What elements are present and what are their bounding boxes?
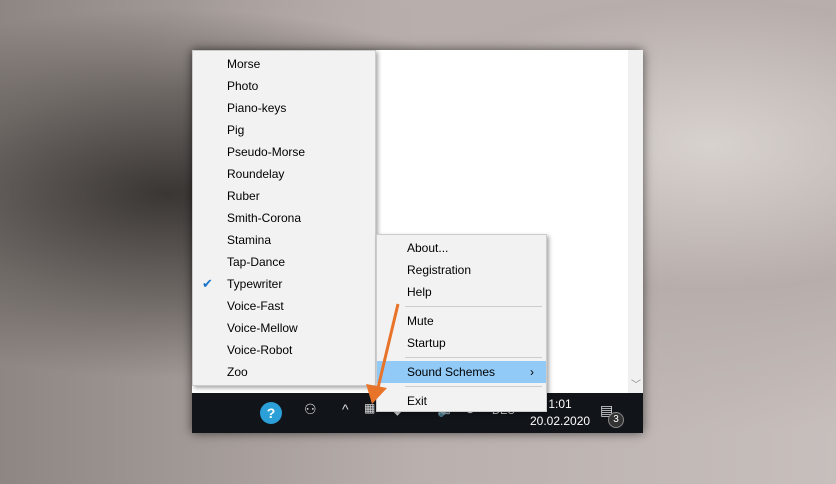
scheme-label: Roundelay [227, 167, 285, 181]
scheme-item-ruber[interactable]: Ruber [193, 185, 375, 207]
scheme-item-pig[interactable]: Pig [193, 119, 375, 141]
chevron-right-icon: › [530, 365, 534, 379]
checkmark-icon: ✔ [202, 276, 213, 291]
scheme-label: Zoo [227, 365, 248, 379]
scheme-label: Voice-Fast [227, 299, 284, 313]
scheme-label: Pseudo-Morse [227, 145, 306, 159]
scheme-item-smith-corona[interactable]: Smith-Corona [193, 207, 375, 229]
scrollbar[interactable]: ﹀ [628, 50, 643, 393]
scheme-item-roundelay[interactable]: Roundelay [193, 163, 375, 185]
sound-schemes-label: Sound Schemes [407, 365, 496, 379]
scheme-label: Stamina [227, 233, 272, 247]
scheme-item-tap-dance[interactable]: Tap-Dance [193, 251, 375, 273]
scheme-label: Voice-Robot [227, 343, 293, 357]
scheme-label: Piano-keys [227, 101, 287, 115]
scheme-item-morse[interactable]: Morse [193, 53, 375, 75]
scheme-item-voice-mellow[interactable]: Voice-Mellow [193, 317, 375, 339]
scheme-label: Voice-Mellow [227, 321, 298, 335]
chevron-down-icon[interactable]: ﹀ [631, 376, 641, 391]
scheme-label: Smith-Corona [227, 211, 302, 225]
arrow-shaft [375, 303, 400, 393]
separator [405, 306, 542, 307]
scheme-label: Typewriter [227, 277, 283, 291]
scheme-item-voice-robot[interactable]: Voice-Robot [193, 339, 375, 361]
scheme-item-stamina[interactable]: Stamina [193, 229, 375, 251]
notification-count-badge: 3 [608, 412, 624, 428]
separator [405, 386, 542, 387]
scheme-item-piano-keys[interactable]: Piano-keys [193, 97, 375, 119]
scheme-item-typewriter[interactable]: ✔ Typewriter [193, 273, 375, 295]
scheme-label: Pig [227, 123, 245, 137]
scheme-label: Ruber [227, 189, 260, 203]
scheme-item-voice-fast[interactable]: Voice-Fast [193, 295, 375, 317]
menu-item-about[interactable]: About... [377, 237, 546, 259]
date: 20.02.2020 [530, 414, 591, 428]
scheme-label: Photo [227, 79, 259, 93]
scheme-label: Tap-Dance [227, 255, 286, 269]
scheme-label: Morse [227, 57, 261, 71]
scheme-item-photo[interactable]: Photo [193, 75, 375, 97]
scheme-item-zoo[interactable]: Zoo [193, 361, 375, 383]
help-tray-icon[interactable]: ? [260, 402, 282, 424]
menu-item-registration[interactable]: Registration [377, 259, 546, 281]
people-icon[interactable]: ⚇ [304, 401, 317, 418]
chevron-up-icon[interactable]: ^ [342, 401, 349, 417]
pointer-arrow-annotation [366, 303, 400, 404]
arrow-head [366, 384, 387, 404]
sound-schemes-submenu: Morse Photo Piano-keys Pig Pseudo-Morse Round… [192, 50, 376, 386]
scheme-item-pseudo-morse[interactable]: Pseudo-Morse [193, 141, 375, 163]
separator [405, 357, 542, 358]
